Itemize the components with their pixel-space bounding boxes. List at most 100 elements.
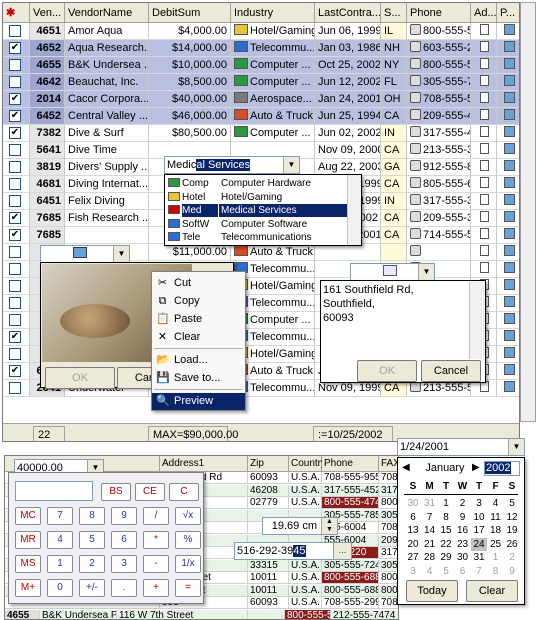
calc-key[interactable]: + bbox=[143, 579, 169, 597]
date-cell[interactable]: Nov 09, 2000 bbox=[315, 142, 381, 159]
grid-cell[interactable]: 800-555-4744 bbox=[322, 497, 379, 509]
date-cell[interactable]: Jun 06, 1999 bbox=[315, 23, 381, 40]
date-cell[interactable]: Jun 12, 2002 bbox=[315, 74, 381, 91]
grid-cell[interactable]: B&K Undersea Photo bbox=[40, 609, 117, 619]
grid-cell[interactable]: 305 bbox=[379, 559, 398, 572]
checkbox-icon[interactable] bbox=[9, 246, 21, 258]
phone-cell[interactable]: 209-555-4... bbox=[407, 108, 471, 125]
industry-cell[interactable]: Computer ... bbox=[231, 125, 315, 142]
address-cell[interactable] bbox=[471, 57, 497, 74]
menu-item-preview[interactable]: 🔍 Preview bbox=[152, 393, 245, 410]
grid-cell[interactable]: 800 bbox=[379, 572, 398, 584]
grid-cell[interactable]: 708 bbox=[379, 597, 398, 609]
calendar-day[interactable]: 3 bbox=[405, 565, 421, 578]
calc-key[interactable]: 9 bbox=[111, 507, 137, 525]
row-checkbox[interactable] bbox=[3, 23, 30, 40]
id-cell[interactable]: 7382 bbox=[30, 125, 65, 142]
row-checkbox[interactable] bbox=[3, 176, 30, 193]
calendar-day[interactable]: 13 bbox=[405, 524, 421, 537]
industry-option[interactable]: Tele Telecommunications bbox=[166, 231, 348, 244]
address-cell[interactable] bbox=[471, 142, 497, 159]
address-cell[interactable] bbox=[471, 74, 497, 91]
prev-month-icon[interactable]: ◀ bbox=[402, 462, 410, 473]
table-row[interactable]: 4655 B&K Undersea ... $10,000.00 Computer .… bbox=[3, 57, 519, 74]
calendar-day[interactable]: 18 bbox=[488, 524, 504, 537]
phone-cell[interactable]: 209-555-3... bbox=[407, 210, 471, 227]
grid-cell[interactable]: 708-555-2995 bbox=[322, 597, 379, 609]
address-cell[interactable] bbox=[471, 176, 497, 193]
picture-cell[interactable] bbox=[497, 40, 519, 57]
phone-cell[interactable]: 213-555-3... bbox=[407, 142, 471, 159]
row-checkbox[interactable] bbox=[3, 278, 30, 295]
calendar-day[interactable]: 1 bbox=[438, 497, 454, 510]
phone-cell[interactable] bbox=[407, 244, 471, 261]
calc-key[interactable]: CE bbox=[135, 483, 165, 501]
row-checkbox[interactable] bbox=[3, 244, 30, 261]
state-cell[interactable]: CA bbox=[381, 176, 407, 193]
phone-cell[interactable]: 317-555-3... bbox=[407, 193, 471, 210]
spin-icon[interactable]: ▲ ▼ bbox=[321, 518, 337, 534]
calendar-day[interactable]: 19 bbox=[504, 524, 520, 537]
id-cell[interactable]: 7685 bbox=[30, 210, 65, 227]
grid-cell[interactable]: 305-555-7242 bbox=[322, 559, 379, 572]
grid-cell[interactable]: U.S.A. bbox=[289, 572, 322, 584]
date-cell[interactable] bbox=[315, 244, 381, 261]
calc-key[interactable]: 2 bbox=[79, 555, 105, 573]
grid-cell[interactable]: 800 bbox=[379, 497, 398, 509]
id-cell[interactable]: 7685 bbox=[30, 227, 65, 244]
calendar-day[interactable]: 20 bbox=[405, 538, 421, 551]
calc-key[interactable]: √x bbox=[175, 507, 201, 525]
address-cell[interactable] bbox=[471, 227, 497, 244]
grid-cell[interactable]: 800 bbox=[379, 584, 398, 597]
calc-key[interactable]: 6 bbox=[111, 531, 137, 549]
column-header[interactable]: Phone bbox=[322, 456, 379, 472]
name-cell[interactable]: Fish Research ... bbox=[65, 210, 149, 227]
calendar-day[interactable]: 30 bbox=[455, 551, 471, 564]
row-checkbox[interactable]: ✔ bbox=[3, 125, 30, 142]
menu-item-clear[interactable]: ✕ Clear bbox=[152, 329, 245, 346]
industry-cell[interactable]: Telecommu... bbox=[231, 40, 315, 57]
checkmark-icon[interactable]: ✔ bbox=[9, 110, 21, 122]
grid-cell[interactable]: U.S.A. bbox=[289, 497, 322, 509]
address-text[interactable]: 161 Southfield Rd, Southfield, 60093 bbox=[323, 283, 467, 357]
checkmark-icon[interactable]: ✔ bbox=[9, 229, 21, 241]
calendar-day[interactable]: 6 bbox=[405, 511, 421, 524]
state-cell[interactable]: CA bbox=[381, 142, 407, 159]
address-cell[interactable] bbox=[471, 23, 497, 40]
calc-key[interactable]: 1/x bbox=[175, 555, 201, 573]
checkbox-icon[interactable] bbox=[9, 178, 21, 190]
calendar-day[interactable]: 27 bbox=[405, 551, 421, 564]
calendar-day[interactable]: 5 bbox=[504, 497, 520, 510]
checkmark-icon[interactable]: ✔ bbox=[9, 93, 21, 105]
grid-cell[interactable]: 317-555-4523 bbox=[322, 484, 379, 497]
grid-cell[interactable]: 317 bbox=[379, 547, 398, 559]
calendar-day[interactable]: 16 bbox=[455, 524, 471, 537]
calc-key[interactable]: BS bbox=[101, 483, 131, 501]
calendar-day[interactable]: 3 bbox=[471, 497, 487, 510]
calc-key[interactable]: MC bbox=[15, 507, 41, 525]
next-month-icon[interactable]: ▶ bbox=[472, 462, 480, 473]
industry-dropdown-list[interactable]: Comp Computer Hardware Hotel Hotel/Gaming Me… bbox=[164, 174, 362, 246]
picture-cell[interactable] bbox=[497, 244, 519, 261]
address-ok-button[interactable]: OK bbox=[357, 360, 417, 382]
industry-option[interactable]: Comp Computer Hardware bbox=[166, 177, 348, 190]
picture-cell[interactable] bbox=[497, 57, 519, 74]
calendar-month[interactable]: January bbox=[420, 462, 470, 474]
date-combo[interactable]: 1/24/2001 ▼ bbox=[397, 438, 525, 456]
column-header[interactable]: FAX bbox=[379, 456, 398, 472]
picture-cell[interactable] bbox=[497, 125, 519, 142]
grid-cell[interactable]: 708 bbox=[379, 522, 398, 534]
grid-cell[interactable]: U.S.A. bbox=[289, 484, 322, 497]
state-cell[interactable]: NH bbox=[381, 40, 407, 57]
checkmark-icon[interactable]: ✔ bbox=[9, 212, 21, 224]
name-cell[interactable]: Diving Internat... bbox=[65, 176, 149, 193]
row-checkbox[interactable]: ✔ bbox=[3, 40, 30, 57]
row-checkbox[interactable]: ✔ bbox=[3, 91, 30, 108]
industry-cell[interactable]: Hotel/Gaming bbox=[231, 23, 315, 40]
checkbox-icon[interactable] bbox=[9, 144, 21, 156]
phone-cell[interactable]: 603-555-2... bbox=[407, 40, 471, 57]
row-checkbox[interactable] bbox=[3, 346, 30, 363]
checkmark-icon[interactable]: ✔ bbox=[9, 42, 21, 54]
table-row[interactable]: 4642 Beauchat, Inc. $8,500.00 Computer ... J… bbox=[3, 74, 519, 91]
calendar-day[interactable]: 22 bbox=[438, 538, 454, 551]
